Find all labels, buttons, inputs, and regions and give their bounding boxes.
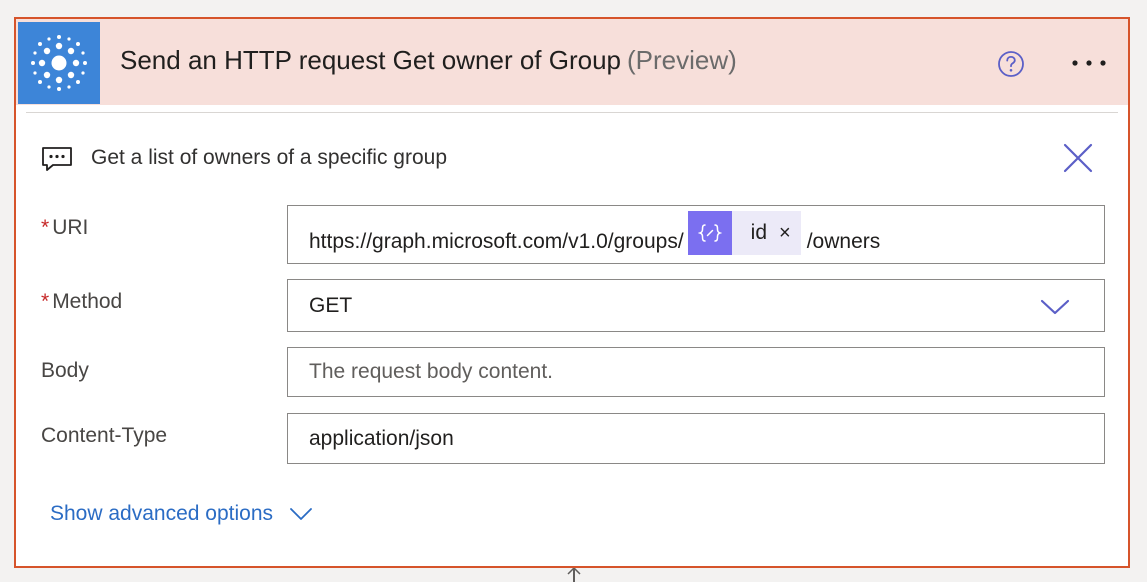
close-icon[interactable]	[1061, 141, 1095, 175]
content-type-input[interactable]: application/json	[287, 413, 1105, 464]
question-circle-icon[interactable]	[997, 50, 1025, 78]
required-mark: *	[41, 216, 50, 239]
chevron-down-icon[interactable]	[1040, 298, 1070, 316]
body-placeholder: The request body content.	[309, 360, 553, 383]
method-value: GET	[309, 293, 353, 317]
method-dropdown[interactable]: GET	[287, 279, 1105, 332]
uri-label-text: URI	[52, 216, 89, 239]
uri-input[interactable]: https://graph.microsoft.com/v1.0/groups/…	[287, 205, 1105, 264]
uri-prefix-text: https://graph.microsoft.com/v1.0/groups/	[309, 230, 684, 253]
preview-label: (Preview)	[627, 45, 737, 75]
content-type-label: Content-Type	[41, 424, 168, 447]
uri-suffix-text: /owners	[806, 230, 881, 253]
header-divider	[26, 112, 1118, 113]
chevron-down-icon	[290, 508, 312, 520]
action-description[interactable]: Get a list of owners of a specific group	[91, 146, 447, 170]
required-mark: *	[41, 290, 50, 313]
method-label: * Method	[41, 290, 122, 314]
uri-label: * URI	[41, 216, 88, 240]
action-title[interactable]: Send an HTTP request Get owner of Group(…	[120, 45, 737, 76]
token-remove-button[interactable]: ×	[779, 222, 791, 245]
comment-icon	[42, 147, 72, 171]
ellipsis-icon[interactable]	[1067, 51, 1111, 75]
flow-connector-arrow	[567, 568, 581, 582]
id-token[interactable]: id ×	[687, 211, 801, 255]
action-title-text: Send an HTTP request Get owner of Group	[120, 45, 622, 75]
token-label: id	[750, 221, 768, 244]
content-type-value: application/json	[309, 426, 454, 450]
dynamic-expression-icon	[687, 211, 732, 255]
body-input[interactable]: The request body content.	[287, 347, 1105, 397]
http-connector-icon	[18, 22, 100, 104]
show-advanced-options-link[interactable]: Show advanced options	[50, 502, 313, 526]
body-label: Body	[41, 359, 89, 382]
card-header[interactable]: Send an HTTP request Get owner of Group(…	[16, 19, 1128, 105]
method-label-text: Method	[52, 290, 123, 313]
advanced-options-label: Show advanced options	[50, 502, 273, 525]
http-action-card: Send an HTTP request Get owner of Group(…	[14, 17, 1130, 568]
